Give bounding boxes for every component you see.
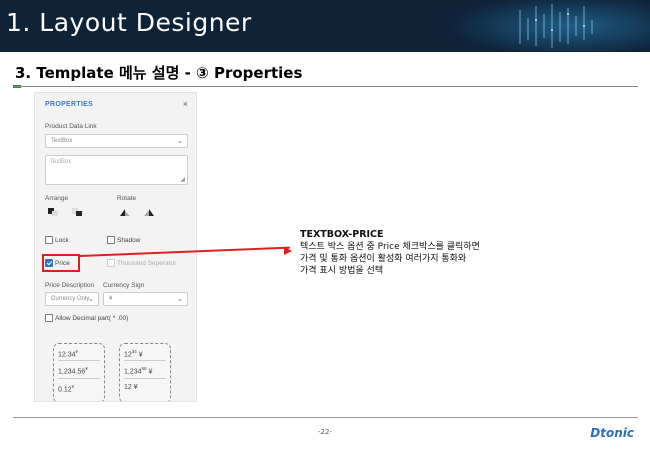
section-title: 3. Template 메뉴 설명 - ③ Properties [15, 64, 303, 82]
callout-title: TEXTBOX-PRICE [300, 229, 384, 240]
price-description-value: Currency Only [51, 296, 90, 302]
lock-label: Lock [55, 236, 69, 244]
shadow-checkbox-row[interactable]: Shadow [107, 236, 141, 244]
allow-decimal-label: Allow Decimal part( * .00) [55, 314, 129, 322]
thousand-separator-label: Thousand Seperator [117, 259, 177, 267]
section-divider [13, 86, 638, 87]
shadow-checkbox[interactable] [107, 236, 115, 244]
shadow-label: Shadow [117, 236, 141, 244]
rotate-left-icon[interactable] [119, 207, 131, 217]
textbox-content-input[interactable]: TextBox ◢ [45, 155, 188, 185]
price-description-select[interactable]: Currency Only ⌄ [45, 292, 99, 306]
chevron-down-icon: ⌄ [177, 138, 183, 145]
lock-checkbox-row[interactable]: Lock [45, 236, 69, 244]
company-logo: Dtonic [590, 426, 634, 440]
format-sample: 1234 ¥ [124, 349, 166, 362]
currency-sign-select[interactable]: ¥ ⌄ [103, 292, 188, 306]
format-sample: 12 ¥ [124, 383, 138, 391]
allow-decimal-checkbox-row[interactable]: Allow Decimal part( * .00) [45, 314, 128, 322]
textbox-content-value: TextBox [50, 159, 72, 165]
callout-line: 텍스트 박스 옵션 중 Price 체크박스를 클릭하면 [300, 242, 480, 252]
allow-decimal-checkbox[interactable] [45, 314, 53, 322]
format-sample: 1,23456 ¥ [124, 366, 166, 379]
currency-sign-label: Currency Sign [103, 282, 145, 289]
price-highlight-box [42, 254, 80, 272]
format-sample: 0.12¥ [58, 383, 75, 393]
send-backward-icon[interactable] [71, 207, 83, 217]
close-icon[interactable]: × [183, 99, 188, 109]
format-sample: 12.34¥ [58, 349, 100, 362]
bring-forward-icon[interactable] [47, 207, 59, 217]
product-data-link-label: Product Data Link [45, 123, 97, 130]
product-data-link-value: TextBox [51, 138, 73, 144]
product-data-link-select[interactable]: TextBox ⌄ [45, 134, 188, 148]
thousand-separator-checkbox[interactable] [107, 259, 115, 267]
arrange-label: Arrange [45, 195, 69, 202]
lock-checkbox[interactable] [45, 236, 53, 244]
properties-panel: PROPERTIES × Product Data Link TextBox ⌄… [34, 92, 197, 402]
callout-line: 가격 표시 방법을 선택 [300, 266, 384, 276]
format-sample: 1,234.56¥ [58, 366, 100, 379]
thousand-separator-checkbox-row[interactable]: Thousand Seperator [107, 259, 176, 267]
header-decoration-graphic [450, 0, 650, 52]
panel-title: PROPERTIES [45, 101, 94, 108]
rotate-label: Rotate [117, 195, 137, 202]
footer-divider [13, 417, 638, 418]
chevron-down-icon: ⌄ [177, 296, 183, 303]
rotate-right-icon[interactable] [143, 207, 155, 217]
format-option-superscript-decimal[interactable]: 1234 ¥ 1,23456 ¥ 12 ¥ [119, 343, 171, 401]
callout-line: 가격 및 통화 옵션이 활성화 여러가지 통화와 [300, 254, 467, 264]
arrow-right-icon [284, 247, 292, 255]
format-option-standard[interactable]: 12.34¥ 1,234.56¥ 0.12¥ [53, 343, 105, 401]
chevron-down-icon: ⌄ [88, 296, 94, 303]
currency-sign-value: ¥ [109, 296, 113, 302]
callout-text: TEXTBOX-PRICE 텍스트 박스 옵션 중 Price 체크박스를 클릭… [300, 229, 480, 277]
price-description-label: Price Description [45, 282, 95, 289]
resize-grip-icon[interactable]: ◢ [180, 176, 185, 183]
slide-header: 1. Layout Designer [0, 0, 650, 52]
page-number: -22- [318, 428, 332, 436]
slide-title: 1. Layout Designer [6, 8, 252, 37]
